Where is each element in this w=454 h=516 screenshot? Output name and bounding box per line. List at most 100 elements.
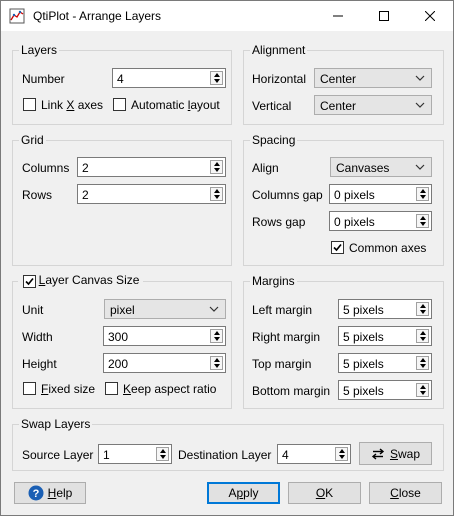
rows-gap-spinbox[interactable]: 0 pixels [329, 211, 432, 231]
horizontal-combobox[interactable]: Center [314, 68, 432, 88]
minimize-icon [333, 15, 343, 17]
chevron-down-icon [415, 75, 425, 81]
height-label: Height [22, 357, 57, 371]
spin-arrows-icon[interactable] [335, 447, 348, 461]
spin-arrows-icon[interactable] [416, 329, 429, 343]
spacing-group-title: Spacing [250, 133, 298, 147]
columns-label: Columns [22, 161, 70, 175]
keep-aspect-ratio-checkbox[interactable] [105, 382, 118, 395]
left-margin-spinbox[interactable]: 5 pixels [338, 299, 432, 319]
close-button[interactable]: Close [369, 482, 442, 504]
arrange-layers-window: QtiPlot - Arrange Layers Layers Number 4… [0, 0, 454, 516]
grid-group-title: Grid [19, 133, 46, 147]
maximize-icon [379, 11, 389, 21]
spin-arrows-icon[interactable] [210, 71, 223, 85]
left-margin-label: Left margin [252, 303, 313, 317]
width-spinbox[interactable]: 300 [103, 326, 226, 346]
top-margin-value: 5 pixels [343, 357, 384, 371]
swap-button-label: Swap [389, 446, 421, 461]
apply-button-label: Apply [228, 486, 259, 500]
canvas-size-checkbox[interactable] [23, 275, 36, 288]
number-spinbox[interactable]: 4 [112, 68, 226, 88]
spin-arrows-icon[interactable] [210, 356, 223, 370]
columns-gap-value: 0 pixels [334, 188, 375, 202]
chevron-down-icon [415, 164, 425, 170]
swap-layers-group-title: Swap Layers [19, 417, 93, 431]
common-axes-checkbox[interactable] [331, 241, 344, 254]
top-margin-spinbox[interactable]: 5 pixels [338, 353, 432, 373]
checkmark-icon [333, 243, 342, 252]
spin-arrows-icon[interactable] [210, 160, 223, 174]
source-layer-label: Source Layer [22, 448, 94, 462]
align-label: Align [252, 161, 279, 175]
ok-button[interactable]: OK [288, 482, 361, 504]
source-layer-spinbox[interactable]: 1 [98, 444, 172, 464]
align-combobox[interactable]: Canvases [330, 157, 432, 177]
bottom-margin-label: Bottom margin [252, 384, 331, 398]
unit-label: Unit [22, 303, 44, 317]
spin-arrows-icon[interactable] [210, 329, 223, 343]
chevron-down-icon [415, 102, 425, 108]
canvas-size-group-title: Layer Canvas Size [18, 273, 144, 287]
unit-value: pixel [110, 303, 135, 317]
top-margin-label: Top margin [252, 357, 312, 371]
horizontal-label: Horizontal [252, 72, 307, 86]
bottom-margin-spinbox[interactable]: 5 pixels [338, 380, 432, 400]
rows-value: 2 [82, 188, 89, 202]
window-title: QtiPlot - Arrange Layers [33, 9, 162, 23]
number-value: 4 [117, 72, 124, 86]
source-layer-value: 1 [103, 448, 110, 462]
columns-gap-label: Columns gap [252, 188, 323, 202]
align-value: Canvases [336, 161, 390, 175]
bottom-margin-value: 5 pixels [343, 384, 384, 398]
keep-aspect-ratio-label: Keep aspect ratio [123, 382, 217, 396]
apply-button[interactable]: Apply [207, 482, 280, 504]
vertical-label: Vertical [252, 99, 292, 113]
vertical-value: Center [320, 99, 357, 113]
rows-gap-value: 0 pixels [334, 215, 375, 229]
width-value: 300 [108, 330, 129, 344]
width-label: Width [22, 330, 53, 344]
right-margin-spinbox[interactable]: 5 pixels [338, 326, 432, 346]
height-spinbox[interactable]: 200 [103, 353, 226, 373]
left-margin-value: 5 pixels [343, 303, 384, 317]
title-bar: QtiPlot - Arrange Layers [1, 1, 453, 31]
fixed-size-checkbox[interactable] [23, 382, 36, 395]
spin-arrows-icon[interactable] [416, 214, 429, 228]
spin-arrows-icon[interactable] [416, 356, 429, 370]
svg-text:?: ? [32, 488, 39, 500]
automatic-layout-checkbox[interactable] [113, 98, 126, 111]
minimize-button[interactable] [315, 1, 361, 31]
vertical-combobox[interactable]: Center [314, 95, 432, 115]
horizontal-value: Center [320, 72, 357, 86]
columns-gap-spinbox[interactable]: 0 pixels [329, 184, 432, 204]
destination-layer-spinbox[interactable]: 4 [277, 444, 351, 464]
spin-arrows-icon[interactable] [210, 187, 223, 201]
destination-layer-value: 4 [282, 448, 289, 462]
right-margin-label: Right margin [252, 330, 321, 344]
layers-group-title: Layers [19, 43, 60, 57]
close-button-label: Close [390, 486, 421, 500]
spin-arrows-icon[interactable] [416, 187, 429, 201]
spin-arrows-icon[interactable] [416, 302, 429, 316]
alignment-group-title: Alignment [250, 43, 308, 57]
automatic-layout-label: Automatic layout [131, 98, 220, 112]
height-value: 200 [108, 357, 129, 371]
spin-arrows-icon[interactable] [416, 383, 429, 397]
swap-button[interactable]: Swap [359, 442, 432, 465]
close-window-button[interactable] [407, 1, 453, 31]
help-button-label: Help [47, 486, 73, 500]
columns-value: 2 [82, 161, 89, 175]
unit-combobox[interactable]: pixel [104, 299, 226, 319]
destination-layer-label: Destination Layer [178, 448, 272, 462]
spin-arrows-icon[interactable] [156, 447, 169, 461]
number-label: Number [22, 72, 65, 86]
maximize-button[interactable] [361, 1, 407, 31]
help-button[interactable]: ? Help [14, 482, 86, 504]
fixed-size-label: Fixed size [41, 382, 96, 396]
columns-spinbox[interactable]: 2 [77, 157, 226, 177]
link-x-axes-checkbox[interactable] [23, 98, 36, 111]
rows-spinbox[interactable]: 2 [77, 184, 226, 204]
link-x-axes-label: Link X axes [41, 98, 104, 112]
rows-gap-label: Rows gap [252, 215, 306, 229]
